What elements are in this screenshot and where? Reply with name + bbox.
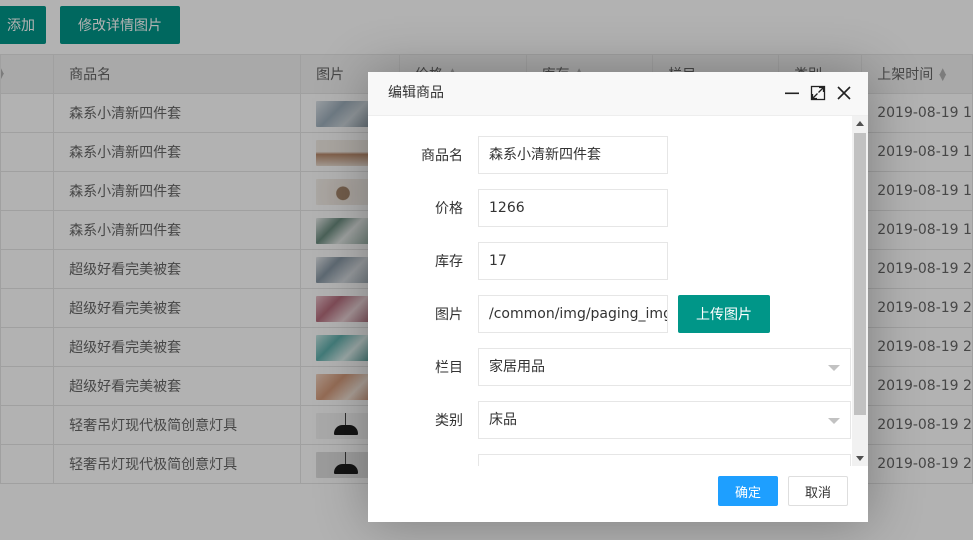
column-select[interactable]: 家居用品 (478, 348, 851, 386)
scroll-up-icon[interactable] (856, 121, 864, 126)
confirm-button[interactable]: 确定 (718, 476, 778, 506)
edit-product-dialog: 编辑商品 商品名 森系小清新四件套 价格 1266 库存 17 图片 /comm… (368, 72, 868, 522)
scrollbar-thumb[interactable] (854, 133, 866, 415)
upload-image-button[interactable]: 上传图片 (678, 295, 770, 333)
image-path-input[interactable]: /common/img/paging_img1.jpg (478, 295, 668, 333)
stock-label: 库存 (435, 254, 463, 270)
dialog-title: 编辑商品 (388, 85, 444, 101)
scroll-down-icon[interactable] (856, 456, 864, 461)
chevron-down-icon (828, 365, 840, 371)
chevron-down-icon (828, 418, 840, 424)
name-input[interactable]: 森系小清新四件套 (478, 136, 668, 174)
dialog-title-bar[interactable]: 编辑商品 (368, 72, 868, 116)
price-input[interactable]: 1266 (478, 189, 668, 227)
column-label: 栏目 (435, 360, 463, 376)
stock-input[interactable]: 17 (478, 242, 668, 280)
column-select-value: 家居用品 (489, 359, 545, 375)
image-label: 图片 (435, 307, 463, 323)
category-select-value: 床品 (489, 412, 517, 428)
category-select[interactable]: 床品 (478, 401, 851, 439)
maximize-icon[interactable] (808, 83, 828, 103)
price-label: 价格 (435, 201, 463, 217)
name-label: 商品名 (421, 148, 463, 164)
dialog-scrollbar[interactable] (852, 116, 868, 466)
dialog-footer: 确定 取消 (368, 466, 868, 522)
close-icon[interactable] (834, 83, 854, 103)
category-label: 类别 (435, 413, 463, 429)
dialog-form: 商品名 森系小清新四件套 价格 1266 库存 17 图片 /common/im… (368, 116, 868, 466)
minimize-icon[interactable] (782, 83, 802, 103)
next-field-input[interactable] (478, 454, 851, 466)
cancel-button[interactable]: 取消 (788, 476, 848, 506)
